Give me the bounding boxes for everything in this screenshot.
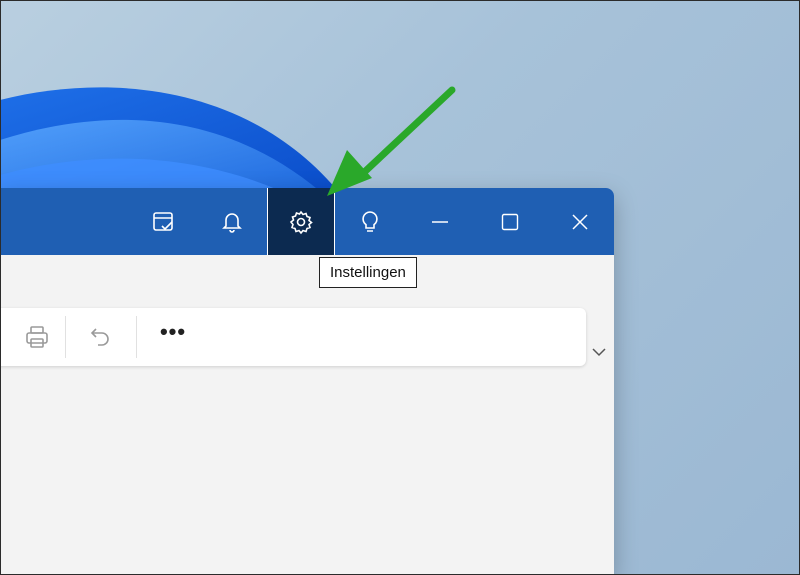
annotation-arrow: [327, 86, 456, 196]
desktop-background: ••• Instellingen: [0, 0, 800, 575]
